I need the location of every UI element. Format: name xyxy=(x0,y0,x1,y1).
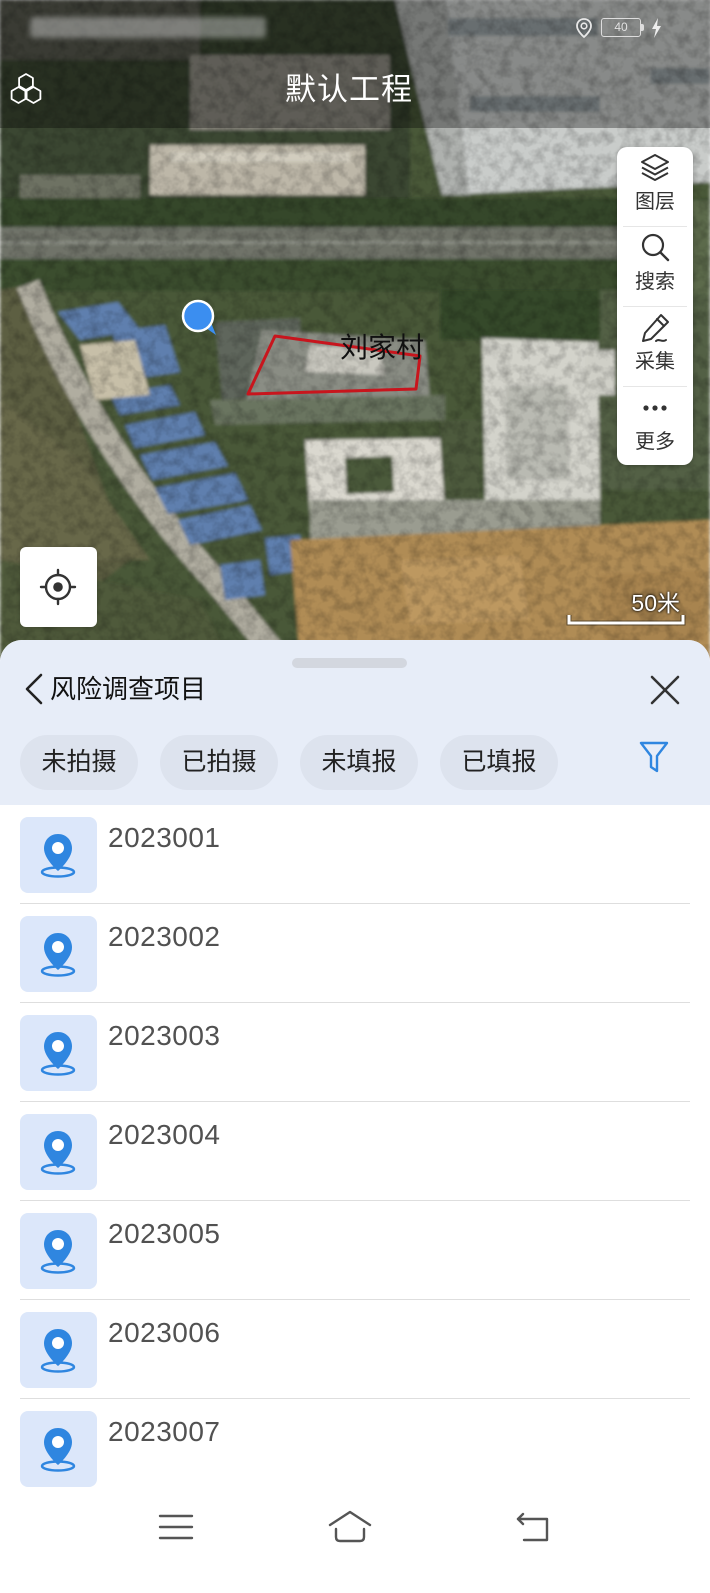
search-icon xyxy=(641,233,670,262)
chevron-left-icon[interactable] xyxy=(22,672,46,706)
toolbar-more-button[interactable]: 更多 xyxy=(617,387,693,467)
pen-icon xyxy=(642,314,669,342)
map-toolbar: 图层 搜索 采集 更多 xyxy=(617,147,693,465)
toolbar-label: 更多 xyxy=(635,431,675,453)
status-bar-redacted xyxy=(30,17,266,38)
map-view[interactable]: 刘家村 40 默认工程 图层 搜索 采集 更多 50米 xyxy=(0,0,710,660)
item-id: 2023007 xyxy=(108,1416,221,1447)
project-panel: 风险调查项目 未拍摄 已拍摄 未填报 已填报 2023001 2023002 2… xyxy=(0,640,710,1593)
location-pin-icon xyxy=(20,1411,97,1487)
item-id: 2023005 xyxy=(108,1218,221,1249)
battery-indicator: 40 xyxy=(601,18,641,37)
list-item[interactable]: 2023007 xyxy=(0,1399,710,1498)
filter-chip-reported[interactable]: 已填报 xyxy=(440,735,558,790)
scale-bar xyxy=(566,615,686,626)
bolt-icon xyxy=(652,18,661,38)
panel-header: 风险调查项目 未拍摄 已拍摄 未填报 已填报 xyxy=(0,640,710,805)
filter-chip-not-photographed[interactable]: 未拍摄 xyxy=(20,735,138,790)
home-icon[interactable] xyxy=(327,1508,373,1544)
locate-icon xyxy=(39,568,77,606)
item-id: 2023002 xyxy=(108,921,221,952)
close-icon[interactable] xyxy=(650,675,680,705)
page-title: 默认工程 xyxy=(285,72,413,107)
filter-icon[interactable] xyxy=(639,740,669,774)
location-pin-icon xyxy=(20,1015,97,1091)
item-id: 2023001 xyxy=(108,822,221,853)
more-icon xyxy=(643,405,667,411)
drag-handle[interactable] xyxy=(292,658,407,668)
list-item[interactable]: 2023001 xyxy=(0,805,710,904)
location-icon xyxy=(576,18,592,39)
toolbar-collect-button[interactable]: 采集 xyxy=(617,307,693,387)
toolbar-layers-button[interactable]: 图层 xyxy=(617,147,693,227)
layers-icon xyxy=(641,154,669,181)
locate-button[interactable] xyxy=(20,547,97,627)
list-item[interactable]: 2023002 xyxy=(0,904,710,1003)
toolbar-search-button[interactable]: 搜索 xyxy=(617,227,693,307)
list-item[interactable]: 2023004 xyxy=(0,1102,710,1201)
toolbar-label: 采集 xyxy=(635,351,675,373)
back-icon[interactable] xyxy=(514,1511,552,1543)
location-pin-icon xyxy=(20,817,97,893)
toolbar-label: 图层 xyxy=(635,191,675,213)
item-id: 2023003 xyxy=(108,1020,221,1051)
list-item[interactable]: 2023003 xyxy=(0,1003,710,1102)
toolbar-label: 搜索 xyxy=(635,271,675,293)
location-pin-icon xyxy=(20,1312,97,1388)
filter-chip-photographed[interactable]: 已拍摄 xyxy=(160,735,278,790)
location-pin-icon xyxy=(20,1213,97,1289)
item-id: 2023006 xyxy=(108,1317,221,1348)
parcel-label: 刘家村 xyxy=(340,332,424,363)
location-pin-icon xyxy=(20,916,97,992)
panel-title: 风险调查项目 xyxy=(50,674,207,704)
list-item[interactable]: 2023005 xyxy=(0,1201,710,1300)
project-list[interactable]: 2023001 2023002 2023003 2023004 2023005 … xyxy=(0,805,710,1495)
item-id: 2023004 xyxy=(108,1119,221,1150)
system-nav-bar xyxy=(0,1495,710,1593)
menu-icon[interactable] xyxy=(158,1512,194,1542)
list-item[interactable]: 2023006 xyxy=(0,1300,710,1399)
location-pin-icon xyxy=(20,1114,97,1190)
battery-nub xyxy=(641,24,644,31)
filter-chip-not-reported[interactable]: 未填报 xyxy=(300,735,418,790)
